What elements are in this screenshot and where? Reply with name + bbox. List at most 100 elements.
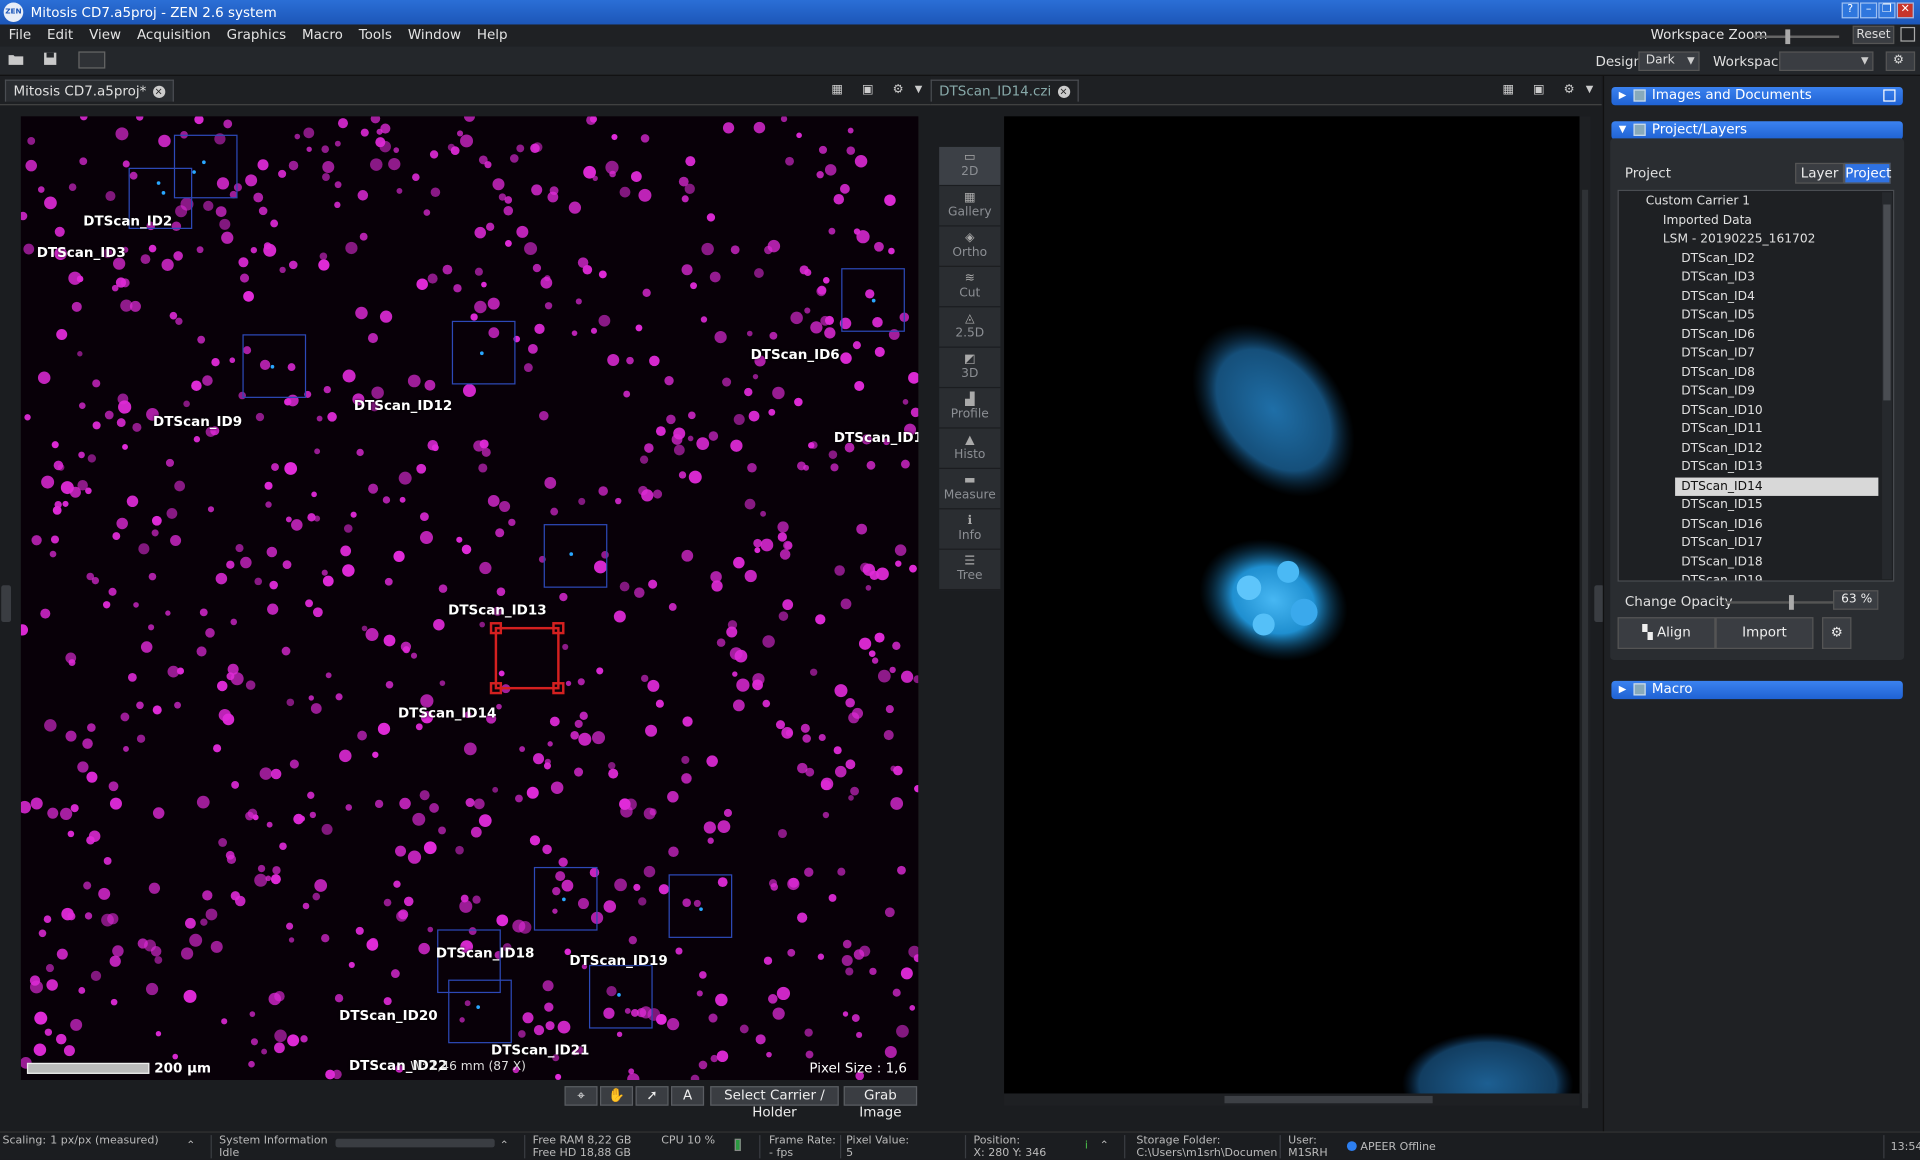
tab-dtscan-id14[interactable]: DTScan_ID14.czi × — [930, 79, 1079, 102]
external-window-icon[interactable] — [1883, 89, 1896, 102]
roi-id21[interactable] — [588, 964, 653, 1029]
grab-image-button[interactable]: Grab Image — [843, 1086, 918, 1120]
text-tool-button[interactable]: A — [671, 1086, 705, 1106]
roi-id13[interactable] — [543, 524, 608, 588]
roi-id20[interactable] — [448, 979, 512, 1044]
menu-help[interactable]: Help — [468, 24, 515, 43]
chevron-up-icon[interactable]: ⌃ — [186, 1140, 195, 1152]
tree-item[interactable]: DTScan_ID11 — [1619, 420, 1879, 438]
import-button[interactable]: Import — [1715, 617, 1814, 649]
tree-item[interactable]: DTScan_ID7 — [1619, 344, 1879, 362]
roi-id18b[interactable] — [668, 874, 733, 938]
tree-item[interactable]: LSM - 20190225_161702 — [1619, 230, 1879, 248]
macro-header[interactable]: ▶ Macro — [1611, 680, 1903, 700]
close-icon[interactable]: × — [1057, 85, 1070, 98]
pan-hand-icon[interactable]: ✋ — [600, 1086, 634, 1106]
roi-id6[interactable] — [841, 268, 905, 332]
menu-view[interactable]: View — [80, 24, 128, 43]
split-view-icon[interactable]: ▦ — [831, 83, 843, 96]
pointer-icon[interactable]: ➚ — [635, 1086, 669, 1106]
tree-item[interactable]: DTScan_ID12 — [1619, 439, 1879, 457]
gallery-view-icon[interactable]: ▣ — [862, 83, 874, 96]
workspace-select[interactable]: ▼ — [1779, 51, 1874, 72]
chevron-down-icon[interactable]: ▼ — [915, 83, 923, 94]
roi-id12[interactable] — [451, 320, 516, 385]
external-window-icon[interactable] — [1900, 26, 1916, 42]
tree-item[interactable]: DTScan_ID16 — [1619, 515, 1879, 533]
close-icon[interactable]: × — [152, 85, 165, 98]
scroll-thumb[interactable] — [1224, 1095, 1433, 1104]
save-icon[interactable] — [40, 51, 60, 68]
open-folder-icon[interactable] — [6, 51, 26, 68]
tree-item[interactable]: DTScan_ID5 — [1619, 306, 1879, 324]
workspace-settings-button[interactable]: ⚙ — [1885, 51, 1916, 72]
tree-item[interactable]: DTScan_ID19 — [1619, 572, 1879, 580]
chevron-up-icon[interactable]: ⌃ — [1100, 1140, 1109, 1152]
view-gallery-button[interactable]: ▦ Gallery — [939, 187, 1001, 227]
restore-button[interactable]: ❐ — [1878, 2, 1896, 19]
tree-item[interactable]: DTScan_ID3 — [1619, 268, 1879, 286]
info-icon[interactable]: i — [1085, 1140, 1088, 1152]
tree-item[interactable]: DTScan_ID8 — [1619, 363, 1879, 381]
view-cut-button[interactable]: ≋ Cut — [939, 268, 1001, 308]
select-carrier-button[interactable]: Select Carrier / Holder — [710, 1086, 839, 1120]
workspace-zoom-slider[interactable] — [1753, 29, 1840, 45]
tree-item[interactable]: DTScan_ID15 — [1619, 496, 1879, 514]
vertical-scrollbar[interactable] — [1579, 116, 1591, 1109]
menu-macro[interactable]: Macro — [293, 24, 350, 43]
slider-handle[interactable] — [1785, 29, 1791, 45]
roi-id19[interactable] — [533, 866, 598, 931]
project-layers-header[interactable]: ▼ Project/Layers — [1611, 121, 1903, 140]
view-histo-button[interactable]: ▲ Histo — [939, 430, 1001, 469]
layer-toggle-button[interactable]: Layer — [1795, 162, 1845, 184]
scroll-thumb[interactable] — [1883, 204, 1891, 401]
gallery-view-icon[interactable]: ▣ — [1533, 83, 1545, 96]
settings-button[interactable]: ⚙ — [1822, 617, 1852, 649]
crosshair-tool-icon[interactable]: ⌖ — [564, 1086, 598, 1106]
tab-mitosis-project[interactable]: Mitosis CD7.a5proj* × — [4, 79, 174, 102]
tree-item[interactable]: DTScan_ID4 — [1619, 287, 1879, 305]
menu-window[interactable]: Window — [399, 24, 468, 43]
help-window-button[interactable]: ? — [1841, 2, 1859, 19]
tree-item[interactable]: DTScan_ID2 — [1619, 249, 1879, 267]
minimize-button[interactable]: – — [1860, 2, 1878, 19]
menu-tools[interactable]: Tools — [350, 24, 399, 43]
close-window-button[interactable]: ✕ — [1896, 2, 1914, 19]
menu-edit[interactable]: Edit — [38, 24, 80, 43]
tree-item[interactable]: DTScan_ID6 — [1619, 325, 1879, 343]
detail-image-viewer[interactable] — [1004, 116, 1580, 1094]
slider-handle[interactable] — [1788, 595, 1794, 610]
chevron-down-icon[interactable]: ▼ — [1586, 83, 1594, 94]
tree-item[interactable]: DTScan_ID14 — [1675, 476, 1879, 496]
project-toggle-button[interactable]: Project — [1844, 162, 1891, 184]
view-2d-button[interactable]: ▭ 2D — [939, 146, 1001, 187]
horizontal-scrollbar[interactable] — [1004, 1093, 1580, 1106]
view-3d-button[interactable]: ◩ 3D — [939, 349, 1001, 389]
view-25d-button[interactable]: ◬ 2.5D — [939, 309, 1001, 348]
tree-item[interactable]: DTScan_ID17 — [1619, 534, 1879, 552]
panel-toggle-icon[interactable] — [78, 51, 106, 69]
split-view-icon[interactable]: ▦ — [1502, 83, 1514, 96]
tree-item[interactable]: DTScan_ID10 — [1619, 401, 1879, 419]
gear-icon[interactable]: ⚙ — [1564, 83, 1575, 96]
menu-file[interactable]: File — [0, 24, 38, 43]
tree-item[interactable]: Custom Carrier 1 — [1619, 192, 1879, 210]
gear-icon[interactable]: ⚙ — [893, 83, 904, 96]
view-measure-button[interactable]: ▬ Measure — [939, 470, 1001, 510]
align-button[interactable]: ▚ Align — [1617, 617, 1716, 649]
menu-graphics[interactable]: Graphics — [218, 24, 293, 43]
tree-item[interactable]: DTScan_ID9 — [1619, 382, 1879, 400]
roi-id9[interactable] — [242, 334, 307, 398]
overview-image-viewer[interactable]: DTScan_ID2 DTScan_ID3 DTScan_ID6 DTScan_… — [20, 116, 919, 1081]
view-ortho-button[interactable]: ◈ Ortho — [939, 228, 1001, 267]
scroll-thumb[interactable] — [1582, 189, 1589, 1109]
view-profile-button[interactable]: ▟ Profile — [939, 389, 1001, 429]
tree-item[interactable]: DTScan_ID13 — [1619, 458, 1879, 476]
apeer-status[interactable]: APEER Offline — [1346, 1141, 1436, 1153]
tree-item[interactable]: DTScan_ID18 — [1619, 553, 1879, 571]
view-tree-button[interactable]: ☰ Tree — [939, 551, 1001, 591]
chevron-up-icon[interactable]: ⌃ — [500, 1140, 509, 1152]
design-select[interactable]: Dark ▼ — [1638, 51, 1700, 72]
project-tree[interactable]: Custom Carrier 1 Imported Data LSM - 20190… — [1617, 189, 1895, 582]
tree-scrollbar[interactable] — [1882, 192, 1892, 580]
